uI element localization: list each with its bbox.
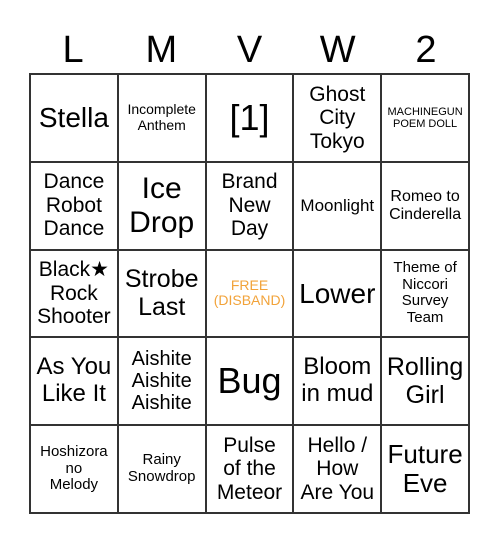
bingo-cell[interactable]: Stella: [30, 74, 118, 162]
bingo-cell[interactable]: Moonlight: [293, 161, 382, 250]
header-letter: 2: [415, 29, 437, 71]
bingo-cell[interactable]: Theme of Niccori Survey Team: [381, 249, 469, 338]
bingo-cell[interactable]: Dance Robot Dance: [30, 161, 118, 250]
bingo-cell[interactable]: As You Like It: [30, 337, 118, 426]
bingo-cell[interactable]: Bloom in mud: [293, 337, 382, 426]
bingo-cell[interactable]: MACHINEGUN POEM DOLL: [381, 74, 469, 162]
bingo-cell[interactable]: Hello / How Are You: [293, 425, 382, 513]
bingo-cell[interactable]: Ghost City Tokyo: [293, 74, 382, 162]
bingo-cell[interactable]: Aishite Aishite Aishite: [117, 337, 206, 426]
bingo-cell[interactable]: Future Eve: [381, 425, 469, 513]
bingo-cell[interactable]: Lower: [293, 249, 382, 338]
header-letter: L: [62, 29, 84, 71]
bingo-cell[interactable]: Black★ Rock Shooter: [30, 249, 118, 338]
bingo-header: L M V W 2: [29, 28, 470, 72]
bingo-cell[interactable]: Strobe Last: [117, 249, 206, 338]
bingo-cell[interactable]: [1]: [205, 74, 294, 162]
bingo-cell[interactable]: Incomplete Anthem: [117, 74, 206, 162]
free-space-cell[interactable]: FREE (DISBAND): [205, 249, 294, 338]
bingo-cell[interactable]: Rolling Girl: [381, 337, 469, 426]
header-letter: M: [145, 29, 178, 71]
bingo-cell[interactable]: Brand New Day: [205, 161, 294, 250]
bingo-cell[interactable]: Pulse of the Meteor: [205, 425, 294, 513]
bingo-cell[interactable]: Ice Drop: [117, 161, 206, 250]
bingo-cell[interactable]: Bug: [205, 337, 294, 426]
header-letter: V: [236, 29, 263, 71]
bingo-cell[interactable]: Romeo to Cinderella: [381, 161, 469, 250]
bingo-cell[interactable]: Rainy Snowdrop: [117, 425, 206, 513]
bingo-grid: Stella Incomplete Anthem [1] Ghost City …: [29, 73, 470, 514]
bingo-cell[interactable]: Hoshizora no Melody: [30, 425, 118, 513]
header-letter: W: [319, 29, 356, 71]
